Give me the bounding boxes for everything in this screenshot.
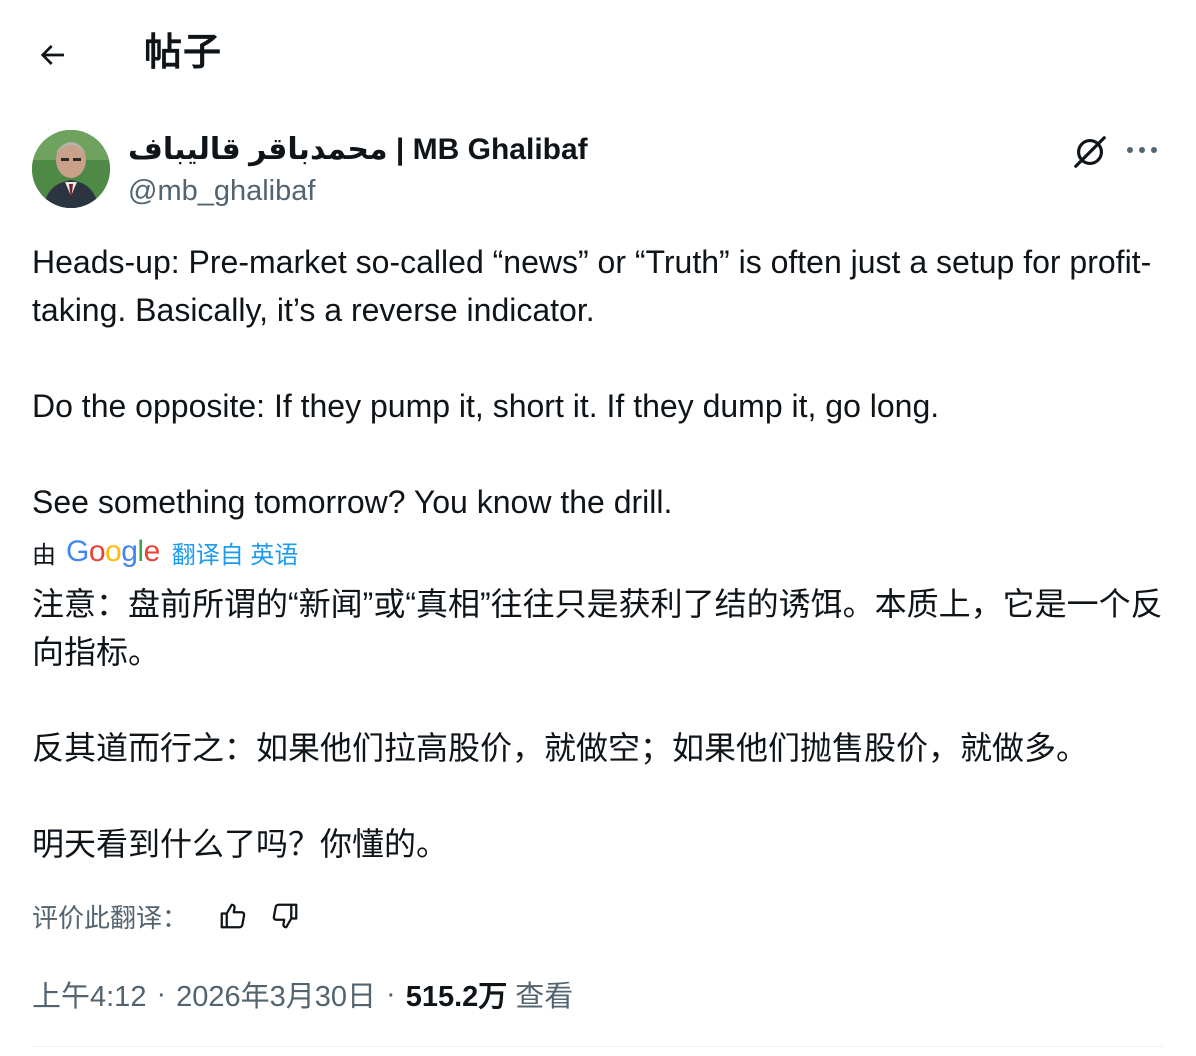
avatar-image <box>32 130 110 208</box>
thumbs-up-icon <box>220 903 246 929</box>
author-name[interactable]: محمدباقر قالیباف | MB Ghalibaf <box>128 130 588 170</box>
author-avatar[interactable] <box>32 130 110 208</box>
tweet-paragraph: See something tomorrow? You know the dri… <box>32 484 673 520</box>
meta-separator: · <box>156 977 167 1010</box>
back-button[interactable] <box>30 33 74 77</box>
translation-attribution: 由 Google 翻译自 英语 <box>32 534 298 570</box>
tweet-time[interactable]: 上午4:12 <box>32 973 146 1015</box>
thumbs-up-button[interactable] <box>216 899 250 933</box>
translated-from-link[interactable]: 翻译自 英语 <box>172 535 299 570</box>
tweet-paragraph: Do the opposite: If they pump it, short … <box>32 388 940 424</box>
meta-separator: · <box>386 977 396 1010</box>
thumbs-down-button[interactable] <box>268 899 302 933</box>
tweet-text: Heads-up: Pre-market so-called “news” or… <box>32 238 1172 526</box>
rate-translation: 评价此翻译： <box>32 896 320 936</box>
more-button[interactable] <box>1120 130 1164 170</box>
author-handle[interactable]: @mb_ghalibaf <box>128 172 315 210</box>
translated-paragraph: 反其道而行之：如果他们拉高股价，就做空；如果他们抛售股价，就做多。 <box>32 730 1089 766</box>
grok-icon <box>1074 136 1106 168</box>
divider <box>32 1046 1164 1047</box>
grok-button[interactable] <box>1068 130 1112 174</box>
tweet-date[interactable]: 2026年3月30日 <box>176 973 376 1015</box>
translated-paragraph: 注意：盘前所谓的“新闻”或“真相”往往只是获利了结的诱饵。本质上，它是一个反向指… <box>32 586 1163 670</box>
top-bar: 帖子 <box>0 0 1196 106</box>
thumbs-down-icon <box>272 903 298 929</box>
more-horizontal-icon <box>1127 147 1157 153</box>
page-title: 帖子 <box>144 32 223 74</box>
google-logo: Google <box>66 535 160 568</box>
rate-translation-label: 评价此翻译： <box>32 902 189 933</box>
views-count: 515.2万 <box>405 981 508 1013</box>
translated-text: 注意：盘前所谓的“新闻”或“真相”往往只是获利了结的诱饵。本质上，它是一个反向指… <box>32 580 1172 868</box>
translated-paragraph: 明天看到什么了吗？你懂的。 <box>32 826 449 862</box>
tweet-meta: 上午4:12 · 2026年3月30日 · 515.2万 查看 <box>32 972 573 1016</box>
tweet-paragraph: Heads-up: Pre-market so-called “news” or… <box>32 244 1152 328</box>
views-label: 查看 <box>515 981 574 1013</box>
arrow-left-icon <box>40 45 64 65</box>
translation-by-label: 由 <box>32 541 56 569</box>
